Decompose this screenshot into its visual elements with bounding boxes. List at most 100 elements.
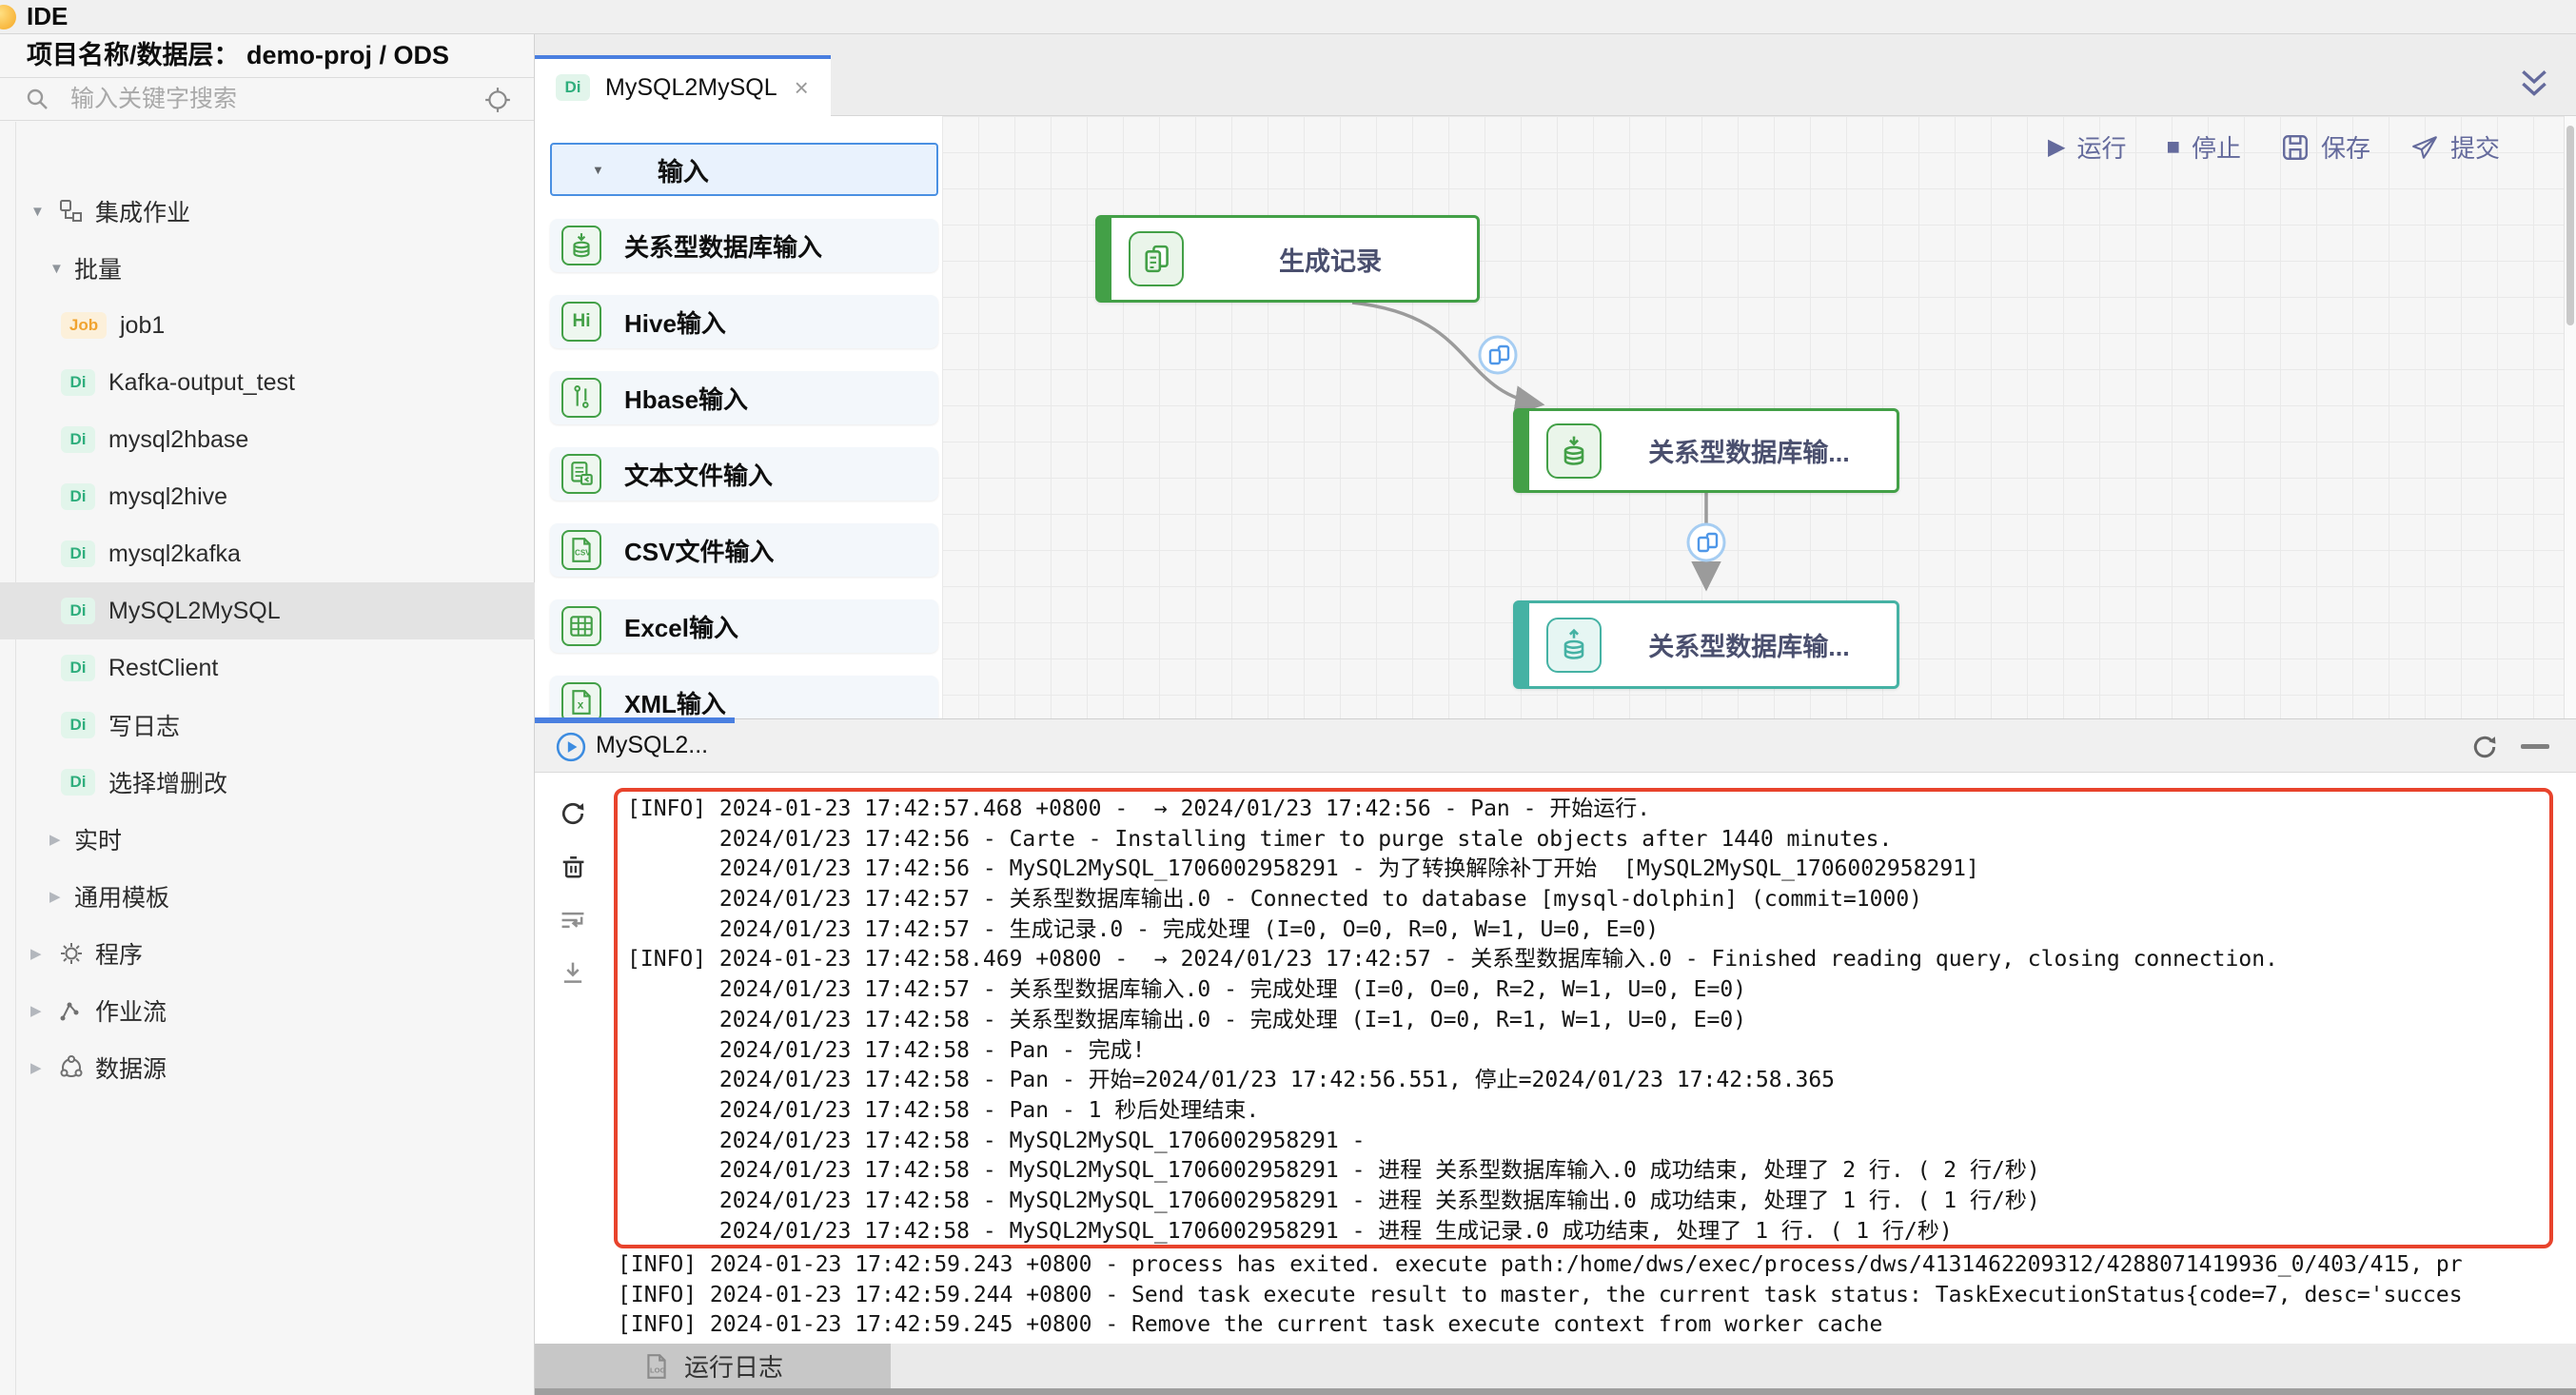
tree-item-restclient[interactable]: Di RestClient [0, 639, 535, 697]
save-icon [2281, 133, 2310, 162]
tree-item-mysql2hbase[interactable]: Di mysql2hbase [0, 411, 535, 468]
word-wrap-icon[interactable] [558, 905, 590, 935]
stop-button[interactable]: ■ 停止 [2166, 129, 2241, 165]
tree-item-job1[interactable]: Job job1 [0, 297, 535, 354]
edge-copy-badge-icon[interactable] [1686, 522, 1726, 562]
palette-item-csv-input[interactable]: CSV CSV文件输入 [550, 523, 938, 577]
node-accent [1516, 603, 1529, 686]
tree-item-select-crud[interactable]: Di 选择增删改 [0, 754, 535, 811]
palette-item-hive-input[interactable]: Hi Hive输入 [550, 295, 938, 348]
double-chevron-down-icon[interactable] [2517, 67, 2551, 101]
tab-mysql2mysql[interactable]: Di MySQL2MySQL × [535, 55, 831, 116]
log-panel-active-indicator [535, 717, 735, 723]
log-line: 2024/01/23 17:42:56 - Carte - Installing… [627, 825, 2278, 855]
trash-icon[interactable] [558, 852, 590, 882]
di-badge: Di [61, 769, 95, 796]
di-badge: Di [61, 369, 95, 396]
log-tools [558, 798, 590, 1012]
chevron-right-icon[interactable]: ▶ [30, 945, 55, 962]
top-bar: IDE [0, 0, 2576, 34]
tree-item-common-template[interactable]: ▶ 通用模板 [0, 868, 535, 925]
search-input[interactable] [69, 82, 453, 116]
tree-item-mysql2hive[interactable]: Di mysql2hive [0, 468, 535, 525]
scroll-to-bottom-icon[interactable] [558, 958, 590, 989]
log-lines: [INFO] 2024-01-23 17:42:57.468 +0800 - →… [627, 795, 2278, 1247]
log-panel-header: MySQL2... [535, 718, 2576, 773]
log-file-icon: LOG [642, 1352, 671, 1381]
tree-item-kafka-output-test[interactable]: Di Kafka-output_test [0, 354, 535, 411]
tree-item-write-log[interactable]: Di 写日志 [0, 697, 535, 754]
log-line: 2024/01/23 17:42:56 - MySQL2MySQL_170600… [627, 855, 2278, 885]
tree-item-batch[interactable]: ▼ 批量 [0, 240, 535, 297]
locate-icon[interactable] [483, 86, 512, 114]
svg-text:CSV: CSV [575, 548, 591, 557]
log-line: [INFO] 2024-01-23 17:42:57.468 +0800 - →… [627, 795, 2278, 825]
tree-item-mysql2kafka[interactable]: Di mysql2kafka [0, 525, 535, 582]
node-db-output[interactable]: 关系型数据库输... [1513, 600, 1899, 689]
tree-item-integration-jobs[interactable]: ▼ 集成作业 [0, 183, 535, 240]
log-panel-body: [INFO] 2024-01-23 17:42:57.468 +0800 - →… [535, 774, 2576, 1344]
minimize-icon[interactable] [2521, 744, 2549, 749]
db-input-icon [1546, 423, 1602, 479]
di-badge: Di [61, 426, 95, 453]
log-line: 2024/01/23 17:42:58 - Pan - 1 秒后处理结束. [627, 1096, 2278, 1127]
project-sidebar: 项目名称/数据层： demo-proj / ODS ▼ 集成作业 ▼ 批量 Jo… [0, 34, 535, 1395]
project-header: 项目名称/数据层： demo-proj / ODS [0, 34, 534, 78]
run-log-tab[interactable]: LOG 运行日志 [535, 1344, 891, 1388]
workflow-icon [57, 997, 86, 1024]
log-line: [INFO] 2024-01-23 17:42:59.243 +0800 - p… [618, 1250, 2568, 1281]
tree-item-label: 程序 [95, 936, 143, 971]
editor-tab-strip: Di MySQL2MySQL × [535, 34, 2576, 116]
scrollbar-thumb[interactable] [2566, 126, 2574, 325]
sync-icon[interactable] [2469, 732, 2500, 762]
gear-icon [57, 940, 86, 967]
save-button[interactable]: 保存 [2281, 129, 2370, 165]
canvas-scrollbar[interactable] [2564, 116, 2576, 718]
play-icon: ▶ [2048, 136, 2065, 159]
stop-icon: ■ [2166, 136, 2180, 159]
log-line: 2024/01/23 17:42:58 - 关系型数据库输出.0 - 完成处理 … [627, 1006, 2278, 1036]
palette-item-db-input[interactable]: 关系型数据库输入 [550, 219, 938, 272]
chevron-right-icon[interactable]: ▶ [30, 1002, 55, 1019]
run-button[interactable]: ▶ 运行 [2048, 129, 2126, 165]
di-badge: Di [61, 540, 95, 567]
tree-item-datasource[interactable]: ▶ 数据源 [0, 1039, 535, 1096]
di-badge: Di [61, 598, 95, 624]
palette-item-hbase-input[interactable]: Hbase输入 [550, 371, 938, 424]
palette-item-excel-input[interactable]: Excel输入 [550, 599, 938, 653]
palette-item-text-file-input[interactable]: 文本文件输入 [550, 447, 938, 501]
chevron-down-icon[interactable]: ▼ [30, 204, 55, 220]
log-line: 2024/01/23 17:42:58 - MySQL2MySQL_170600… [627, 1156, 2278, 1187]
node-generate-records[interactable]: 生成记录 [1095, 215, 1480, 303]
tree-item-realtime[interactable]: ▶ 实时 [0, 811, 535, 868]
chevron-right-icon[interactable]: ▶ [49, 888, 74, 905]
log-line: [INFO] 2024-01-23 17:42:59.245 +0800 - R… [618, 1310, 2568, 1341]
edge-copy-badge-icon[interactable] [1478, 335, 1518, 375]
log-line: 2024/01/23 17:42:58 - MySQL2MySQL_170600… [627, 1127, 2278, 1157]
ide-window: IDE 项目名称/数据层： demo-proj / ODS ▼ 集成作业 ▼ 批… [0, 0, 2576, 1395]
tree-item-label: Kafka-output_test [108, 369, 295, 397]
submit-button[interactable]: 提交 [2410, 129, 2500, 165]
refresh-icon[interactable] [558, 798, 590, 829]
di-badge: Di [61, 655, 95, 681]
db-input-icon [561, 226, 601, 265]
log-line: 2024/01/23 17:42:57 - 生成记录.0 - 完成处理 (I=0… [627, 915, 2278, 946]
tree-item-label: 批量 [74, 251, 122, 285]
tree-item-program[interactable]: ▶ 程序 [0, 925, 535, 982]
palette-group-input[interactable]: ▼ 输入 [550, 143, 938, 196]
chevron-right-icon[interactable]: ▶ [30, 1059, 55, 1076]
hive-icon: Hi [561, 302, 601, 342]
chevron-right-icon[interactable]: ▶ [49, 831, 74, 848]
palette-item-label: 关系型数据库输入 [624, 228, 822, 264]
chevron-down-icon[interactable]: ▼ [49, 261, 74, 277]
csv-file-icon: CSV [561, 530, 601, 570]
tree-item-workflow[interactable]: ▶ 作业流 [0, 982, 535, 1039]
node-db-input[interactable]: 关系型数据库输... [1513, 408, 1899, 493]
hierarchy-icon [57, 198, 86, 225]
palette-item-label: CSV文件输入 [624, 533, 774, 568]
palette-item-label: Excel输入 [624, 609, 738, 644]
tree-item-mysql2mysql-selected[interactable]: Di MySQL2MySQL [0, 582, 535, 639]
log-line: 2024/01/23 17:42:57 - 关系型数据库输出.0 - Conne… [627, 885, 2278, 915]
hbase-icon [561, 378, 601, 418]
close-icon[interactable]: × [795, 73, 809, 103]
